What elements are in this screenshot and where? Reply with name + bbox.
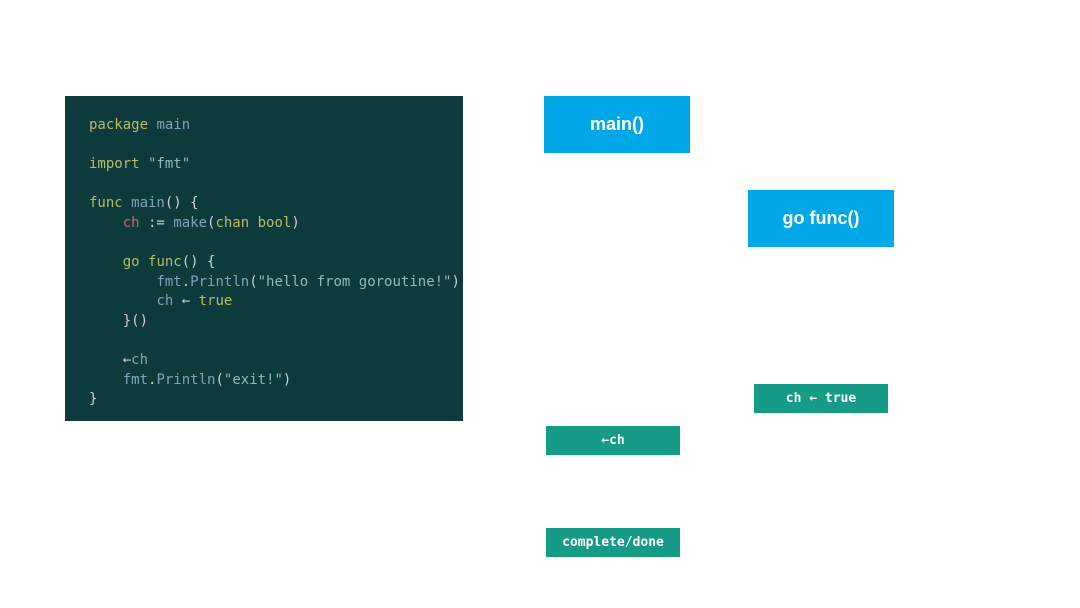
- space: [140, 254, 148, 270]
- code-line-15: }: [89, 390, 439, 410]
- diagram-chtrue-box: ch ← true: [754, 384, 888, 413]
- indent: [89, 274, 156, 290]
- indent: [89, 352, 123, 368]
- arrow: ←: [173, 293, 198, 309]
- code-block: package main import "fmt" func main() { …: [65, 96, 463, 421]
- paren-close: ): [283, 372, 291, 388]
- func-println: Println: [156, 372, 215, 388]
- keyword-bool: bool: [258, 215, 292, 231]
- code-line-5: func main() {: [89, 194, 439, 214]
- ident-ch: ch: [131, 352, 148, 368]
- indent: [89, 254, 123, 270]
- keyword-func: func: [89, 195, 123, 211]
- string-exit: "exit!": [224, 372, 283, 388]
- ident-ch: ch: [123, 215, 140, 231]
- dot: .: [182, 274, 190, 290]
- string-fmt: "fmt": [140, 156, 191, 172]
- code-line-3: import "fmt": [89, 155, 439, 175]
- func-make: make: [173, 215, 207, 231]
- string-hello: "hello from goroutine!": [258, 274, 452, 290]
- code-line-10: ch ← true: [89, 292, 439, 312]
- diagram-chrecv-box: ←ch: [546, 426, 680, 455]
- code-line-1: package main: [89, 116, 439, 136]
- ident-main: main: [148, 117, 190, 133]
- ident-ch: ch: [156, 293, 173, 309]
- space: [249, 215, 257, 231]
- ident-fmt: fmt: [156, 274, 181, 290]
- keyword-chan: chan: [215, 215, 249, 231]
- paren-close: ): [452, 274, 460, 290]
- ident-fmt: fmt: [123, 372, 148, 388]
- brace-open: {: [199, 254, 216, 270]
- code-line-6: ch := make(chan bool): [89, 214, 439, 234]
- code-line-14: fmt.Println("exit!"): [89, 371, 439, 391]
- keyword-func: func: [148, 254, 182, 270]
- code-line-empty: [89, 332, 439, 352]
- paren-open: (: [249, 274, 257, 290]
- brace-open: {: [182, 195, 199, 211]
- code-line-empty: [89, 136, 439, 156]
- parens: (): [182, 254, 199, 270]
- code-line-empty: [89, 234, 439, 254]
- paren-close: ): [291, 215, 299, 231]
- code-line-13: ←ch: [89, 351, 439, 371]
- diagram-gofunc-box: go func(): [748, 190, 894, 247]
- diagram-done-box: complete/done: [546, 528, 680, 557]
- keyword-package: package: [89, 117, 148, 133]
- code-line-9: fmt.Println("hello from goroutine!"): [89, 273, 439, 293]
- code-line-11: }(): [89, 312, 439, 332]
- code-line-empty: [89, 175, 439, 195]
- code-line-8: go func() {: [89, 253, 439, 273]
- keyword-import: import: [89, 156, 140, 172]
- indent: [89, 215, 123, 231]
- arrow: ←: [123, 352, 131, 368]
- indent: [89, 313, 123, 329]
- brace-close-call: }(): [123, 313, 148, 329]
- parens: (): [165, 195, 182, 211]
- func-println: Println: [190, 274, 249, 290]
- paren-open: (: [215, 372, 223, 388]
- brace-close: }: [89, 391, 97, 407]
- true-literal: true: [199, 293, 233, 309]
- keyword-go: go: [123, 254, 140, 270]
- func-main: main: [123, 195, 165, 211]
- diagram-main-box: main(): [544, 96, 690, 153]
- assign: :=: [140, 215, 174, 231]
- indent: [89, 293, 156, 309]
- indent: [89, 372, 123, 388]
